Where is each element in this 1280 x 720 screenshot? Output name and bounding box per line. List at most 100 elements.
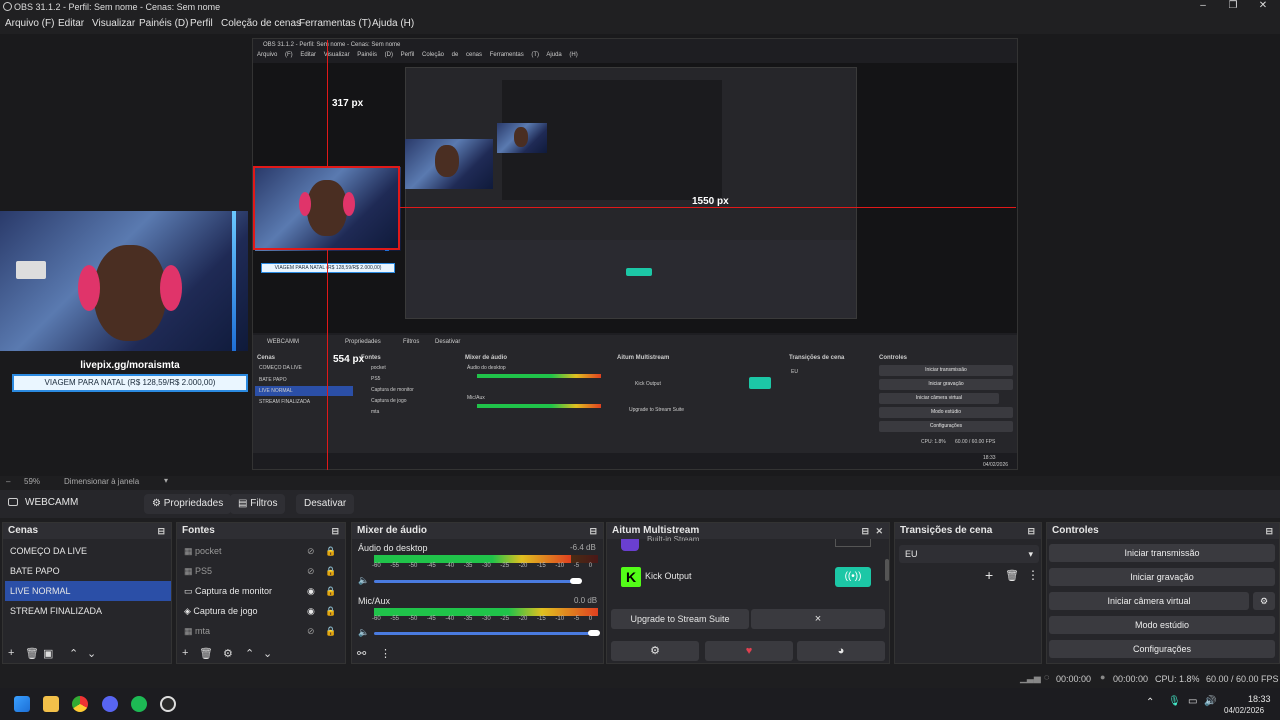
chevron-down-icon[interactable]: ▾	[164, 476, 168, 485]
kick-stream-toggle[interactable]: ((•))	[835, 567, 871, 587]
eye-hidden-icon[interactable]: ⊘	[307, 621, 315, 641]
camera-icon	[8, 498, 18, 506]
add-icon[interactable]: +	[985, 567, 993, 583]
source-item[interactable]: ▭ Captura de monitor ◉ 🔒	[179, 581, 345, 601]
file-explorer-icon[interactable]	[43, 696, 59, 712]
more-icon[interactable]: ⋮	[1027, 568, 1039, 582]
settings-button[interactable]: ⚙	[611, 641, 699, 661]
settings-button[interactable]: Configurações	[1049, 640, 1275, 658]
undock-icon[interactable]: ⊟	[861, 523, 869, 539]
add-icon[interactable]: +	[8, 647, 14, 659]
builtin-stream-label: Built-in Stream	[647, 535, 700, 541]
menu-scene-collection[interactable]: Coleção de cenas	[221, 18, 301, 29]
eye-hidden-icon[interactable]: ⊘	[307, 561, 315, 581]
meter-scale: -60 -55 -50 -45 -40 -35 -30 -25 -20 -15 …	[372, 616, 593, 622]
close-window-icon[interactable]: ✕	[1248, 0, 1278, 14]
transition-select[interactable]: EU ▾	[899, 545, 1039, 563]
link-icon[interactable]: ⚯	[357, 647, 366, 660]
scrollbar[interactable]	[885, 559, 889, 581]
menu-edit[interactable]: Editar	[58, 18, 84, 29]
volume-knob[interactable]	[588, 630, 600, 636]
dimension-label-right: 1550 px	[692, 196, 729, 207]
down-icon[interactable]: ⌄	[87, 647, 96, 660]
heart-icon: ♥	[745, 645, 753, 657]
selected-webcam-in-canvas[interactable]	[254, 167, 399, 249]
undock-icon[interactable]: ⊟	[331, 523, 339, 539]
source-item[interactable]: ◈ Captura de jogo ◉ 🔒	[179, 601, 345, 621]
gear-icon: ⚙	[152, 498, 164, 509]
up-icon[interactable]: ⌃	[245, 647, 254, 660]
gear-icon[interactable]: ⚙	[223, 647, 233, 660]
dismiss-button[interactable]: ×	[751, 609, 885, 629]
eye-icon[interactable]: ◉	[307, 581, 315, 601]
up-icon[interactable]: ⌃	[69, 647, 78, 660]
deactivate-button[interactable]: Desativar	[296, 494, 355, 514]
start-streaming-button[interactable]: Iniciar transmissão	[1049, 544, 1275, 562]
source-item[interactable]: ▦ mta ⊘ 🔒	[179, 621, 345, 641]
source-item[interactable]: ▦ PS5 ⊘ 🔒	[179, 561, 345, 581]
undock-icon[interactable]: ⊟	[1027, 523, 1035, 539]
scene-item-selected[interactable]: LIVE NORMAL	[5, 581, 171, 601]
lock-icon[interactable]: 🔒	[325, 621, 336, 641]
donate-button[interactable]: ♥	[705, 641, 793, 661]
menu-help[interactable]: Ajuda (H)	[372, 18, 414, 29]
volume-icon[interactable]: 🔊	[1204, 696, 1216, 707]
lock-icon[interactable]: 🔒	[325, 541, 336, 561]
zoom-mode[interactable]: Dimensionar à janela	[64, 477, 139, 486]
mic-icon[interactable]: 🎙	[1168, 696, 1181, 707]
obs-taskbar-icon[interactable]	[160, 696, 176, 712]
trash-icon[interactable]: 🗑	[199, 647, 213, 660]
close-icon[interactable]: ✕	[875, 523, 883, 539]
minimize-icon[interactable]: –	[1188, 0, 1218, 14]
chrome-icon[interactable]	[72, 696, 88, 712]
properties-button[interactable]: ⚙ Propriedades	[144, 494, 232, 514]
spotify-icon[interactable]	[131, 696, 147, 712]
discord-icon[interactable]	[102, 696, 118, 712]
virtual-camera-settings[interactable]: ⚙	[1253, 592, 1275, 610]
eye-icon[interactable]: ◉	[307, 601, 315, 621]
eye-hidden-icon[interactable]: ⊘	[307, 541, 315, 561]
source-item[interactable]: ▦ pocket ⊘ 🔒	[179, 541, 345, 561]
tray-chevron-icon[interactable]: ⌃	[1146, 697, 1154, 708]
scene-item[interactable]: BATE PAPO	[5, 561, 171, 581]
upgrade-button[interactable]: Upgrade to Stream Suite	[611, 609, 749, 629]
volume-knob[interactable]	[570, 578, 583, 584]
lock-icon[interactable]: 🔒	[325, 561, 336, 581]
add-icon[interactable]: +	[182, 647, 188, 659]
start-virtual-camera-button[interactable]: Iniciar câmera virtual	[1049, 592, 1249, 610]
speaker-icon[interactable]: 🔈	[358, 575, 369, 586]
trash-icon[interactable]: 🗑	[25, 647, 39, 660]
filters-button[interactable]: ▤ Filtros	[230, 494, 286, 514]
start-recording-button[interactable]: Iniciar gravação	[1049, 568, 1275, 586]
studio-mode-button[interactable]: Modo estúdio	[1049, 616, 1275, 634]
menu-docks[interactable]: Painéis (D)	[139, 18, 188, 29]
menu-view[interactable]: Visualizar	[92, 18, 135, 29]
filter-icon[interactable]: ▣	[43, 647, 53, 660]
scene-item[interactable]: COMEÇO DA LIVE	[5, 541, 171, 561]
lock-icon[interactable]: 🔒	[325, 601, 336, 621]
more-icon[interactable]: ⋮	[380, 647, 391, 660]
volume-meter	[374, 555, 572, 563]
down-icon[interactable]: ⌄	[263, 647, 272, 660]
volume-slider[interactable]	[374, 632, 598, 635]
lock-icon[interactable]: 🔒	[325, 581, 336, 601]
undock-icon[interactable]: ⊟	[157, 523, 165, 539]
speaker-icon[interactable]: 🔈	[358, 627, 369, 638]
restore-icon[interactable]: ❐	[1218, 0, 1248, 14]
discord-button[interactable]: ◕	[797, 641, 885, 661]
menu-tools[interactable]: Ferramentas (T)	[299, 18, 371, 29]
windows-start-icon[interactable]	[14, 696, 30, 712]
webcam-source[interactable]	[0, 211, 248, 351]
scene-item[interactable]: STREAM FINALIZADA	[5, 601, 171, 621]
trash-icon[interactable]: 🗑	[1005, 569, 1019, 582]
menu-profile[interactable]: Perfil	[190, 18, 213, 29]
zoom-minus[interactable]: –	[6, 477, 10, 486]
builtin-toggle[interactable]	[835, 539, 871, 547]
stream-time: 00:00:00	[1056, 674, 1092, 684]
audio-mixer-dock: Mixer de áudio ⊟ Áudio do desktop -6.4 dB…	[351, 522, 604, 664]
undock-icon[interactable]: ⊟	[589, 523, 597, 539]
network-icon[interactable]: ▭	[1188, 696, 1197, 707]
menu-file[interactable]: Arquivo (F)	[5, 18, 54, 29]
volume-slider[interactable]	[374, 580, 581, 583]
undock-icon[interactable]: ⊟	[1265, 523, 1273, 539]
